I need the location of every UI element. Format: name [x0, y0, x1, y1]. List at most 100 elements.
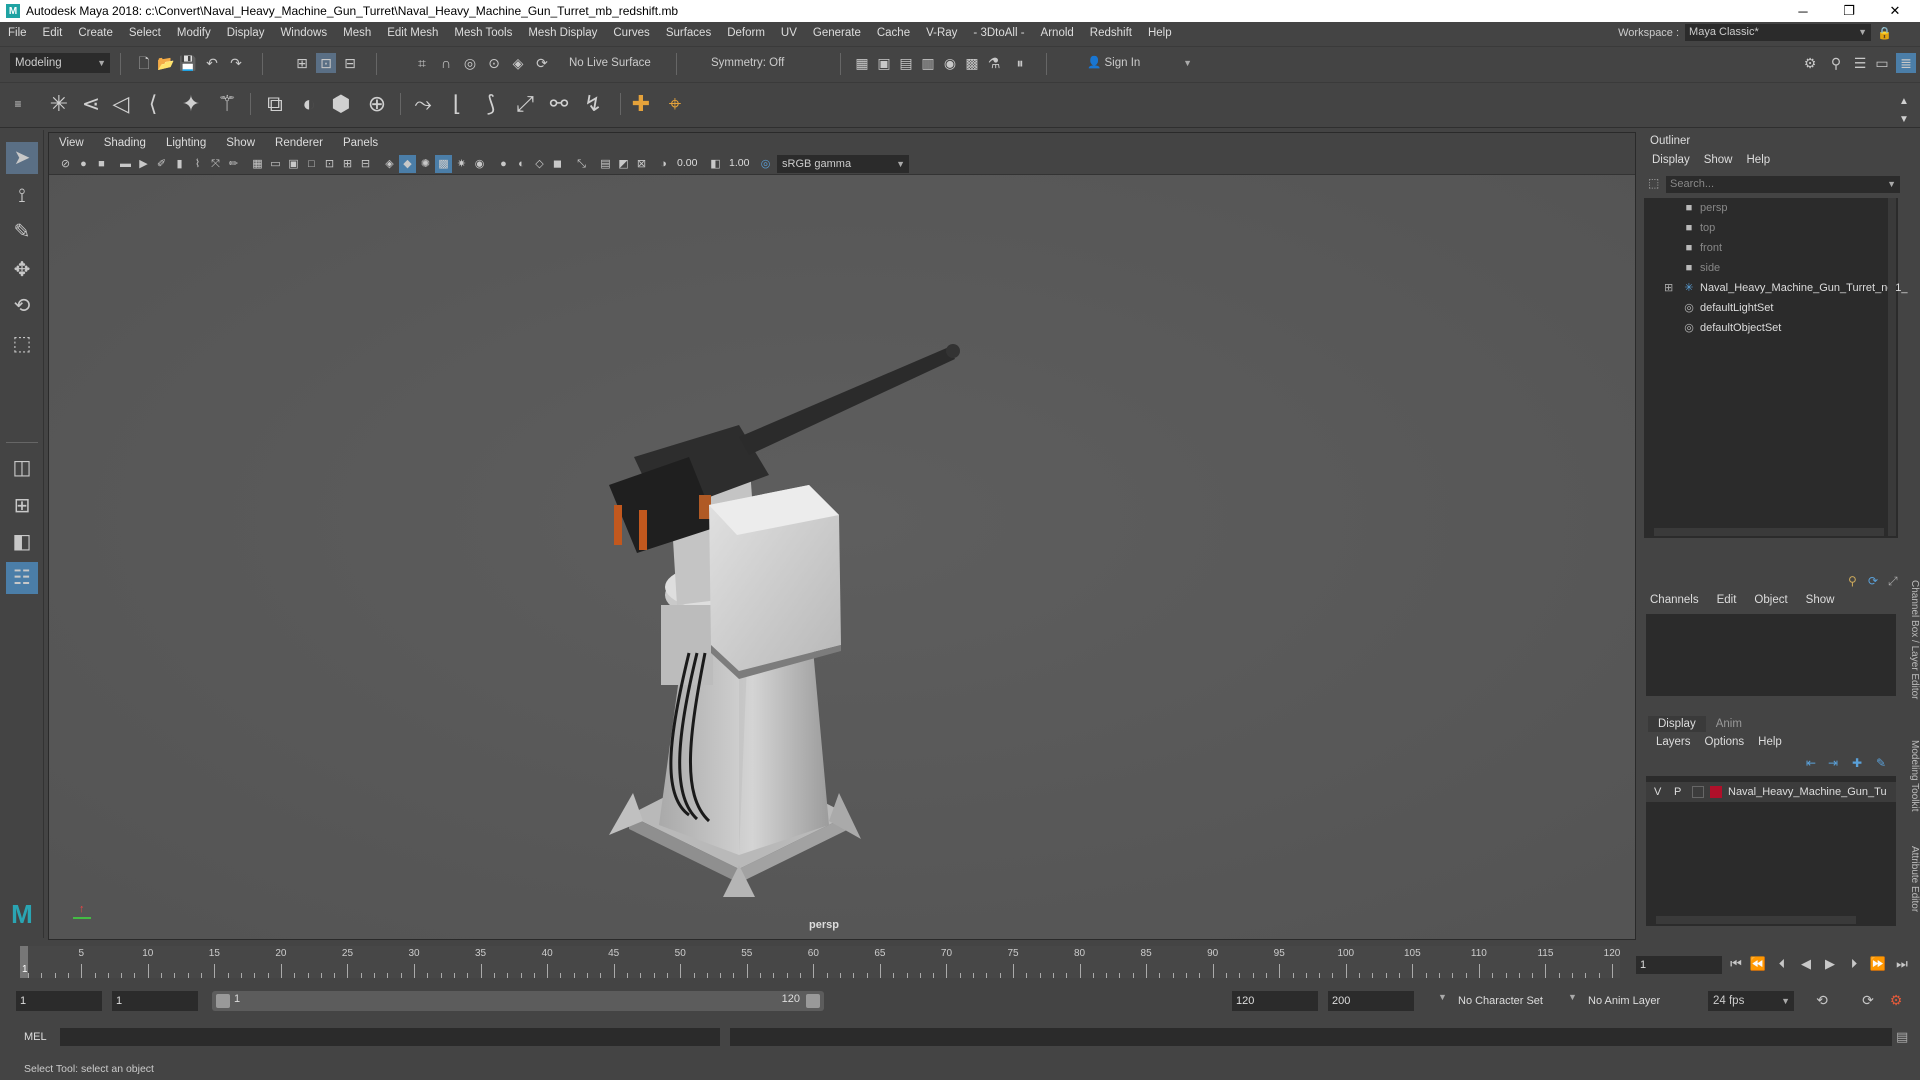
menu-curves[interactable]: Curves	[605, 27, 657, 39]
render-frame-icon[interactable]: ▣	[874, 53, 894, 73]
layer-color-swatch[interactable]	[1710, 786, 1722, 798]
light-editor-icon[interactable]: ⚗	[984, 53, 1004, 73]
viewport-menu-view[interactable]: View	[49, 137, 94, 149]
snap-grid-icon[interactable]: ⌗	[412, 53, 432, 73]
character-set-label[interactable]: No Character Set	[1458, 995, 1543, 1007]
symmetry-field[interactable]: Symmetry: Off	[706, 53, 802, 73]
outliner-item-top[interactable]: ■ top	[1644, 218, 1898, 238]
outliner-item-turret-group[interactable]: ⊞ ✳ Naval_Heavy_Machine_Gun_Turret_ncl1_	[1644, 278, 1908, 298]
menu-edit-mesh[interactable]: Edit Mesh	[379, 27, 446, 39]
menu-deform[interactable]: Deform	[719, 27, 773, 39]
select-object-icon[interactable]: ⊡	[316, 53, 336, 73]
preferences-icon[interactable]: ⚙	[1886, 990, 1906, 1010]
channel-box-area[interactable]	[1646, 614, 1896, 696]
playback-start-field[interactable]: 1	[112, 991, 198, 1011]
attribute-editor-icon[interactable]: ⚲	[1826, 53, 1846, 73]
outliner-vertical-scrollbar[interactable]	[1888, 198, 1896, 536]
pause-viewport-icon[interactable]: ⏸	[1010, 53, 1030, 73]
create-polygon-tool-icon[interactable]: ⋖	[76, 89, 106, 119]
ipr-render-icon[interactable]: ▤	[896, 53, 916, 73]
filter-icon[interactable]: ⬚	[1648, 176, 1659, 190]
time-ruler[interactable]: 1 5 10 15 20 25 30 35 40 45 50 55 60 65 70 75 80 85 90 95 1…	[20, 946, 1620, 978]
select-component-icon[interactable]: ⊟	[340, 53, 360, 73]
lock-camera-icon[interactable]: ▮	[171, 155, 188, 173]
outliner-item-front[interactable]: ■ front	[1644, 238, 1898, 258]
menu-display[interactable]: Display	[219, 27, 273, 39]
lasso-select-icon[interactable]: ⟟	[6, 180, 38, 212]
layer-editor-toggle-icon[interactable]: ≣	[1896, 53, 1916, 73]
workspace-dropdown[interactable]: Maya Classic* ▼	[1685, 24, 1872, 41]
step-back-key-icon[interactable]: ⏪	[1748, 954, 1768, 974]
xray-icon[interactable]: ◈	[381, 155, 398, 173]
render-view-icon[interactable]: ▦	[852, 53, 872, 73]
channel-key-icon[interactable]: ⚲	[1848, 574, 1857, 588]
polygon-asterisk-icon[interactable]: ✳	[44, 89, 74, 119]
outliner-item-side[interactable]: ■ side	[1644, 258, 1898, 278]
layer-menu-help[interactable]: Help	[1758, 736, 1782, 748]
render-settings-icon[interactable]: ▥	[918, 53, 938, 73]
wireframe-icon[interactable]: ⊡	[321, 155, 338, 173]
channel-menu-object[interactable]: Object	[1754, 594, 1787, 606]
xray-active-icon[interactable]: ⤡	[573, 155, 590, 173]
gamma-icon[interactable]: ◧	[707, 155, 724, 173]
expand-icon[interactable]: ⊞	[1664, 278, 1673, 298]
menu-create[interactable]: Create	[70, 27, 121, 39]
channel-box-toggle-icon[interactable]: ▭	[1872, 53, 1892, 73]
character-set-chevron-icon[interactable]: ▼	[1438, 992, 1447, 1002]
menu-edit[interactable]: Edit	[35, 27, 71, 39]
default-material-icon[interactable]: ◩	[615, 155, 632, 173]
two-panel-layout-icon[interactable]: ◧	[6, 526, 38, 558]
channel-refresh-icon[interactable]: ⟳	[1868, 574, 1878, 588]
close-button[interactable]: ✕	[1872, 0, 1918, 22]
outliner-search-input[interactable]: Search... ▼	[1666, 176, 1900, 193]
view-transform-dropdown[interactable]: sRGB gamma ▼	[777, 155, 909, 173]
safe-action-icon[interactable]: ▣	[285, 155, 302, 173]
move-layer-up-icon[interactable]: ⇤	[1806, 756, 1816, 770]
tab-attribute-editor[interactable]: Attribute Editor	[1908, 846, 1920, 912]
exposure-field[interactable]: 0.00	[677, 157, 709, 169]
channel-menu-edit[interactable]: Edit	[1717, 594, 1737, 606]
hypershade-icon[interactable]: ◉	[940, 53, 960, 73]
layer-visibility-toggle[interactable]: V	[1654, 782, 1661, 802]
snap-surface-icon[interactable]: ◈	[508, 53, 528, 73]
motion-blur-icon[interactable]: ◉	[471, 155, 488, 173]
anim-layer-chevron-icon[interactable]: ▼	[1568, 992, 1577, 1002]
script-editor-icon[interactable]: ▤	[1896, 1029, 1908, 1045]
combine-icon[interactable]: ⊕	[362, 89, 392, 119]
layer-menu-options[interactable]: Options	[1705, 736, 1745, 748]
extrude-icon[interactable]: ⧉	[260, 89, 290, 119]
go-to-end-icon[interactable]: ⏭	[1892, 954, 1912, 974]
depth-of-field-icon[interactable]: ◐	[513, 155, 530, 173]
menu-generate[interactable]: Generate	[805, 27, 869, 39]
layer-playback-toggle[interactable]: P	[1674, 782, 1681, 802]
menu-windows[interactable]: Windows	[272, 27, 335, 39]
range-end-handle[interactable]	[806, 994, 820, 1008]
scale-tool-icon[interactable]: ⬚	[6, 328, 38, 360]
smooth-icon[interactable]: ⚯	[544, 89, 574, 119]
outliner-horizontal-scrollbar[interactable]	[1654, 528, 1884, 536]
menu-3dtoall[interactable]: - 3DtoAll -	[965, 27, 1032, 39]
tab-anim[interactable]: Anim	[1706, 716, 1752, 732]
snap-view-icon[interactable]: ⊙	[484, 53, 504, 73]
new-layer-icon[interactable]: ✚	[1852, 756, 1862, 770]
save-scene-icon[interactable]: 💾	[178, 53, 198, 73]
camera-select-icon[interactable]: ⊘	[57, 155, 74, 173]
move-tool-icon[interactable]: ✥	[6, 254, 38, 286]
slide-edge-icon[interactable]: ⌊	[442, 89, 472, 119]
film-gate-icon[interactable]: ⌇	[189, 155, 206, 173]
fps-dropdown[interactable]: 24 fps ▼	[1708, 991, 1794, 1011]
camera-2d-pan-icon[interactable]: ▶	[135, 155, 152, 173]
auto-key-icon[interactable]: ⟳	[1858, 990, 1878, 1010]
layer-menu-layers[interactable]: Layers	[1656, 736, 1691, 748]
viewport-canvas[interactable]: ↑ persp	[49, 175, 1635, 939]
menu-uv[interactable]: UV	[773, 27, 805, 39]
step-forward-key-icon[interactable]: ⏩	[1868, 954, 1888, 974]
lock-icon[interactable]: 🔒	[1877, 26, 1892, 40]
layer-row[interactable]: V P Naval_Heavy_Machine_Gun_Tu	[1646, 782, 1896, 802]
go-to-start-icon[interactable]: ⏮	[1726, 954, 1746, 974]
live-surface-field[interactable]: No Live Surface	[564, 53, 664, 73]
menu-select[interactable]: Select	[121, 27, 169, 39]
grid-toggle-icon[interactable]: ▦	[249, 155, 266, 173]
target-weld-icon[interactable]: ⚚	[212, 89, 242, 119]
select-tool-icon[interactable]: ➤	[6, 142, 38, 174]
